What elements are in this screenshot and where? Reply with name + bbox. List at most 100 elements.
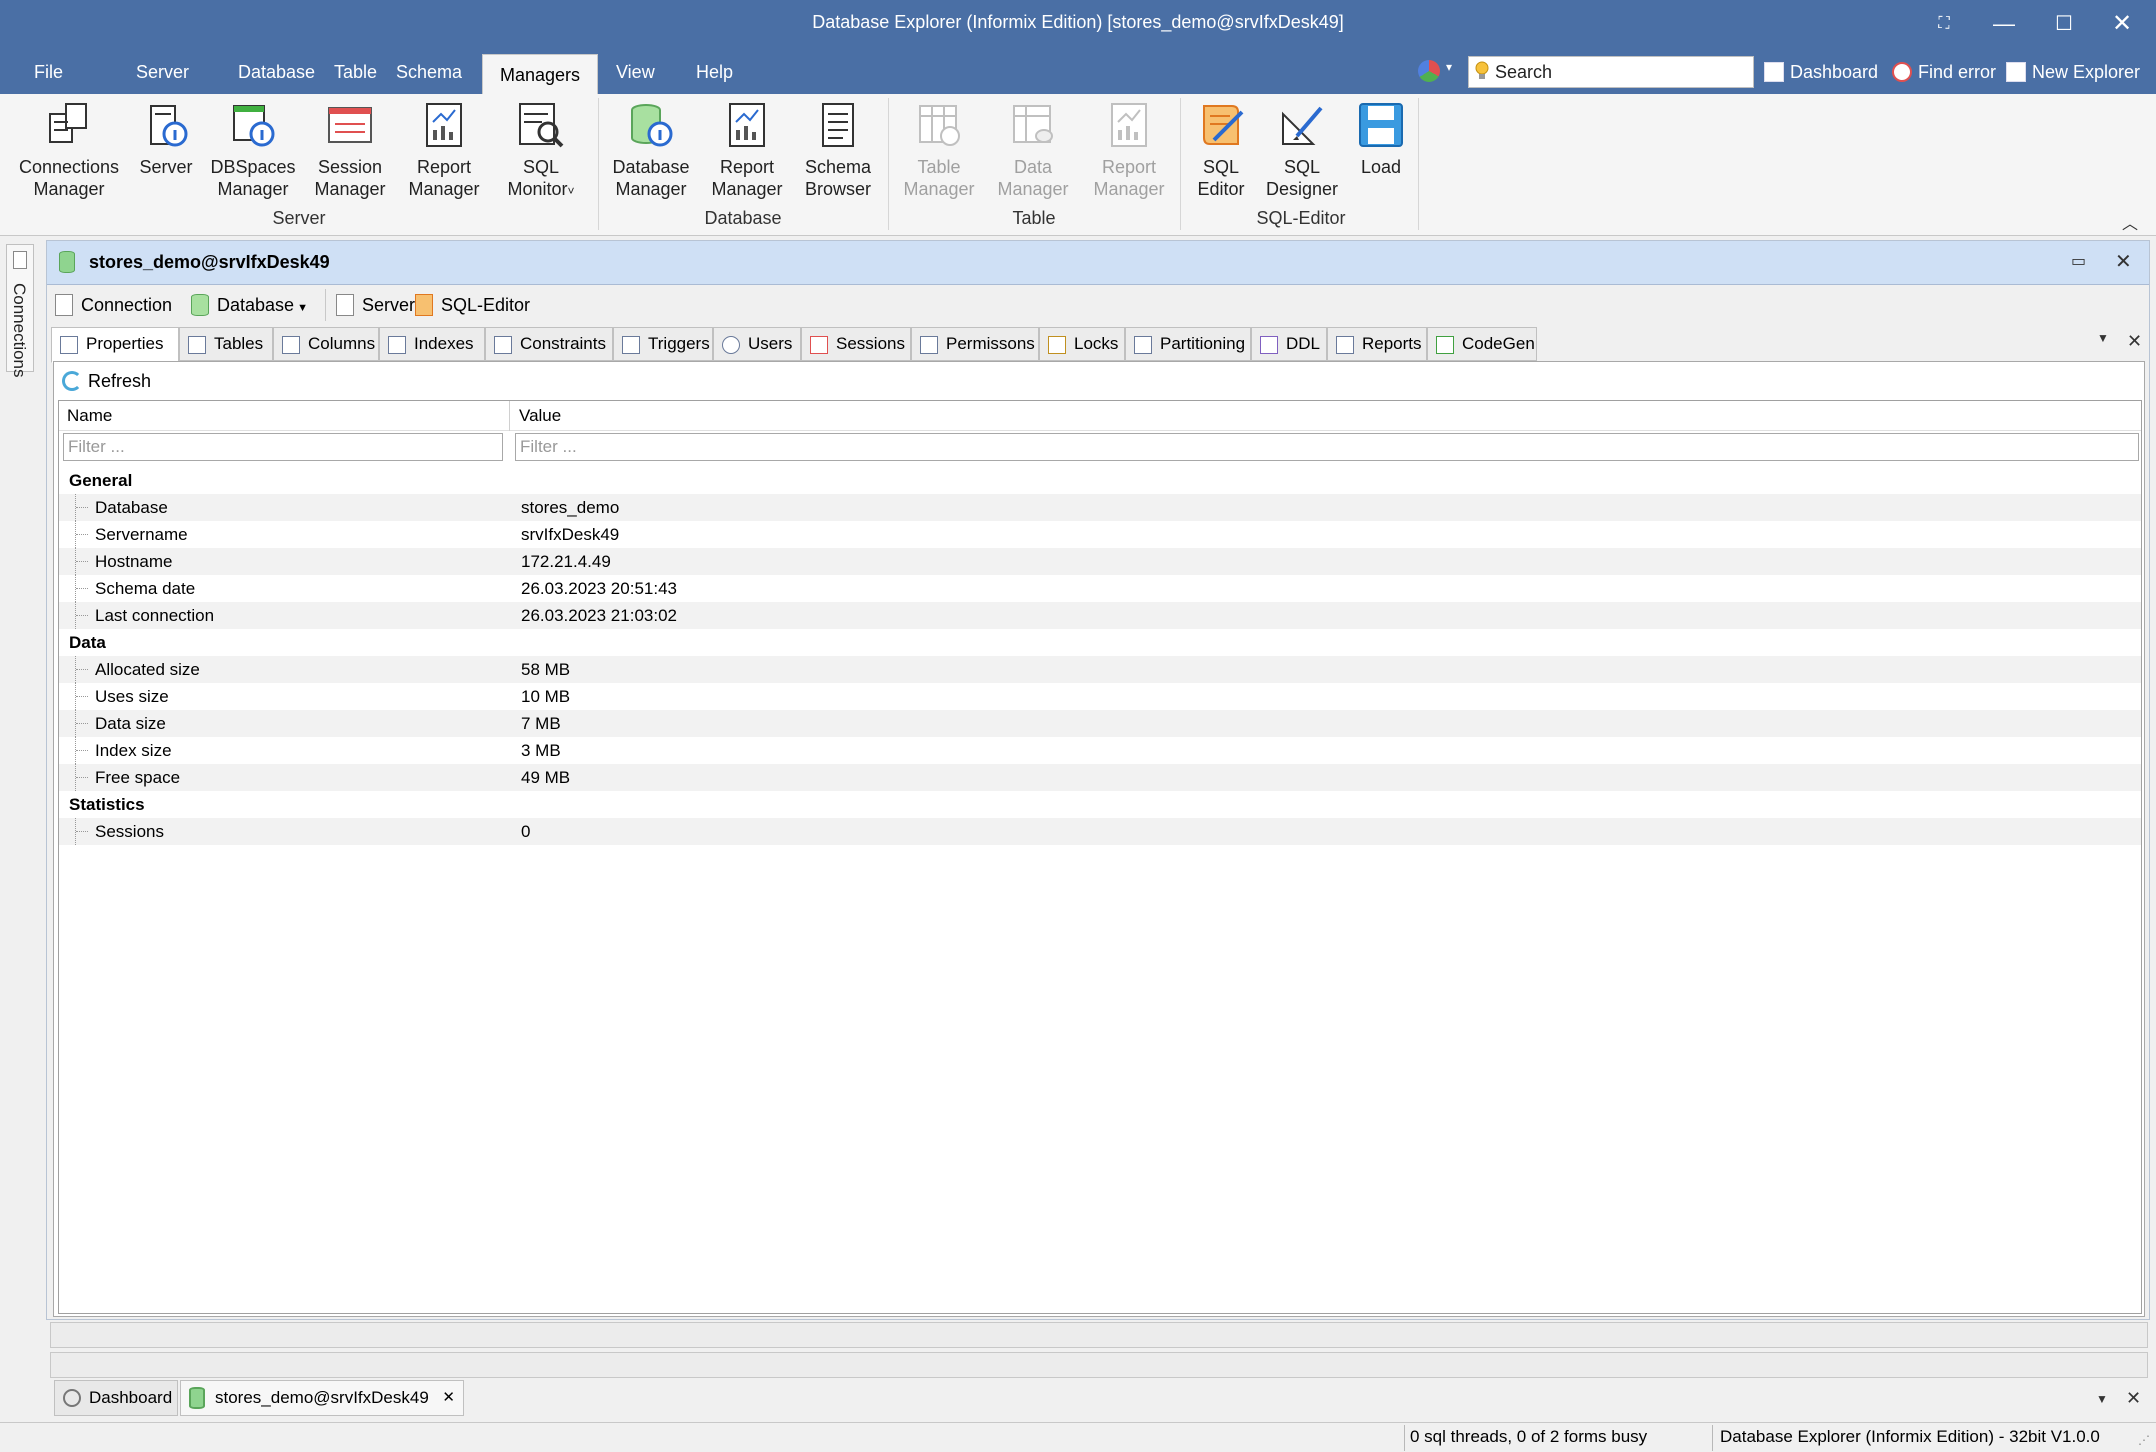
database-dropdown-button[interactable]: Database ▼ — [191, 289, 308, 321]
grid-category-row[interactable]: Statistics — [59, 791, 2141, 818]
theme-icon[interactable] — [1418, 60, 1440, 82]
tab-properties[interactable]: Properties — [51, 327, 179, 363]
data-manager-button[interactable]: Data Manager — [988, 100, 1078, 200]
column-header-name[interactable]: Name — [67, 406, 112, 426]
sql-monitor-button[interactable]: SQL Monitor˅ — [494, 100, 588, 202]
grid-property-row[interactable]: Data size 7 MB — [59, 710, 2141, 737]
connection-button[interactable]: Connection — [55, 289, 172, 321]
property-value: srvIfxDesk49 — [521, 525, 620, 544]
connections-manager-icon — [49, 103, 87, 143]
report-manager-button[interactable]: Report Manager — [400, 100, 488, 200]
grid-property-row[interactable]: Free space 49 MB — [59, 764, 2141, 791]
grid-property-row[interactable]: Hostname 172.21.4.49 — [59, 548, 2141, 575]
doc-tab-dashboard[interactable]: Dashboard — [54, 1380, 178, 1416]
label-line2: Manager — [1093, 179, 1165, 199]
table-manager-button[interactable]: Table Manager — [894, 100, 984, 200]
grid-property-row[interactable]: Index size 3 MB — [59, 737, 2141, 764]
tab-triggers[interactable]: Triggers — [613, 327, 713, 361]
tab-label: Users — [748, 334, 793, 353]
connections-side-tab[interactable]: Connections — [6, 244, 34, 378]
tree-connector — [75, 602, 91, 629]
grid-property-row[interactable]: Allocated size 58 MB — [59, 656, 2141, 683]
database-icon — [189, 1387, 205, 1409]
grid-property-row[interactable]: Last connection 26.03.2023 21:03:02 — [59, 602, 2141, 629]
label-line2: Manager — [408, 179, 480, 199]
label-line1: SQL — [1202, 157, 1240, 177]
tab-permissons[interactable]: Permissons — [911, 327, 1039, 361]
pin-icon[interactable]: ▭ — [2071, 251, 2086, 271]
collapse-ribbon-icon[interactable]: ︿ — [2122, 210, 2138, 234]
new-explorer-link[interactable]: New Explorer — [2006, 56, 2140, 88]
group-separator — [1418, 98, 1419, 230]
doc-tabs-dropdown-icon[interactable]: ▼ — [2096, 1392, 2108, 1406]
grid-category-row[interactable]: General — [59, 467, 2141, 494]
screenshot-icon[interactable]: ⛶ — [1926, 8, 1962, 40]
menu-database[interactable]: Database — [226, 50, 327, 94]
grid-property-row[interactable]: Servername srvIfxDesk49 — [59, 521, 2141, 548]
report-manager-table-button[interactable]: Report Manager — [1084, 100, 1174, 200]
report-manager-db-button[interactable]: Report Manager — [702, 100, 792, 200]
refresh-button[interactable]: Refresh — [62, 368, 151, 394]
close-window-icon[interactable]: ✕ — [2104, 8, 2140, 40]
sql-monitor-icon — [519, 103, 564, 148]
column-separator[interactable] — [509, 401, 510, 431]
dropdown-arrow-icon: ˅ — [567, 184, 575, 198]
tab-tables[interactable]: Tables — [179, 327, 273, 361]
database-manager-button[interactable]: Database Manager — [606, 100, 696, 200]
tab-columns[interactable]: Columns — [273, 327, 379, 361]
tab-indexes[interactable]: Indexes — [379, 327, 485, 361]
menu-file[interactable]: File — [22, 50, 75, 94]
sql-editor-toolbar-button[interactable]: SQL-Editor — [415, 289, 530, 321]
tab-partitioning[interactable]: Partitioning — [1125, 327, 1251, 361]
tab-sessions[interactable]: Sessions — [801, 327, 911, 361]
grid-category-row[interactable]: Data — [59, 629, 2141, 656]
name-filter-input[interactable] — [63, 433, 503, 461]
grid-property-row[interactable]: Uses size 10 MB — [59, 683, 2141, 710]
report-manager-icon — [729, 103, 765, 147]
menu-schema[interactable]: Schema — [384, 50, 474, 94]
session-manager-button[interactable]: Session Manager — [306, 100, 394, 200]
dbspaces-manager-button[interactable]: DBSpaces Manager — [206, 100, 300, 200]
close-tab-icon[interactable]: ✕ — [442, 1381, 455, 1415]
grid-property-row[interactable]: Sessions 0 — [59, 818, 2141, 845]
search-input[interactable] — [1495, 59, 1745, 85]
menu-managers[interactable]: Managers — [482, 54, 598, 94]
tab-ddl[interactable]: DDL — [1251, 327, 1327, 361]
sql-designer-button[interactable]: SQL Designer — [1260, 100, 1344, 200]
tab-reports[interactable]: Reports — [1327, 327, 1427, 361]
property-name: Uses size — [95, 687, 169, 706]
value-filter-input[interactable] — [515, 433, 2139, 461]
tab-codegen[interactable]: CodeGen — [1427, 327, 1537, 361]
tab-constraints[interactable]: Constraints — [485, 327, 613, 361]
dashboard-link[interactable]: Dashboard — [1764, 56, 1878, 88]
resize-grip-icon[interactable]: ⋰ — [2138, 1433, 2150, 1447]
column-header-value[interactable]: Value — [519, 406, 561, 426]
sql-editor-button[interactable]: SQL Editor — [1184, 100, 1258, 200]
server-button[interactable]: Server — [126, 100, 206, 178]
find-error-link[interactable]: Find error — [1892, 56, 1996, 88]
dashboard-gauge-icon — [63, 1389, 81, 1407]
menu-table[interactable]: Table — [322, 50, 389, 94]
menu-help[interactable]: Help — [684, 50, 745, 94]
server-toolbar-button[interactable]: Server — [325, 289, 415, 321]
menu-server[interactable]: Server — [124, 50, 201, 94]
close-document-icon[interactable]: ✕ — [2115, 249, 2132, 274]
load-button[interactable]: Load — [1344, 100, 1418, 178]
close-tab-icon[interactable]: ✕ — [2127, 331, 2142, 352]
grid-property-row[interactable]: Database stores_demo — [59, 494, 2141, 521]
schema-browser-button[interactable]: Schema Browser — [794, 100, 882, 200]
tab-locks[interactable]: Locks — [1039, 327, 1125, 361]
label-line1: Report — [416, 157, 472, 177]
theme-dropdown-icon[interactable]: ▾ — [1446, 60, 1452, 74]
sql-designer-icon — [1282, 106, 1323, 145]
connections-manager-button[interactable]: Connections Manager — [14, 100, 124, 200]
doc-tabs-close-icon[interactable]: ✕ — [2126, 1388, 2141, 1409]
grid-property-row[interactable]: Schema date 26.03.2023 20:51:43 — [59, 575, 2141, 602]
tab-list-dropdown-icon[interactable]: ▼ — [2097, 331, 2109, 345]
doc-tab-stores-demo[interactable]: stores_demo@srvIfxDesk49 ✕ — [180, 1380, 464, 1416]
tab-users[interactable]: Users — [713, 327, 801, 361]
minimize-window-icon[interactable]: — — [1986, 8, 2022, 40]
label-line2: Manager — [711, 179, 783, 199]
menu-view[interactable]: View — [604, 50, 667, 94]
maximize-icon[interactable]: ☐ — [2046, 8, 2082, 40]
